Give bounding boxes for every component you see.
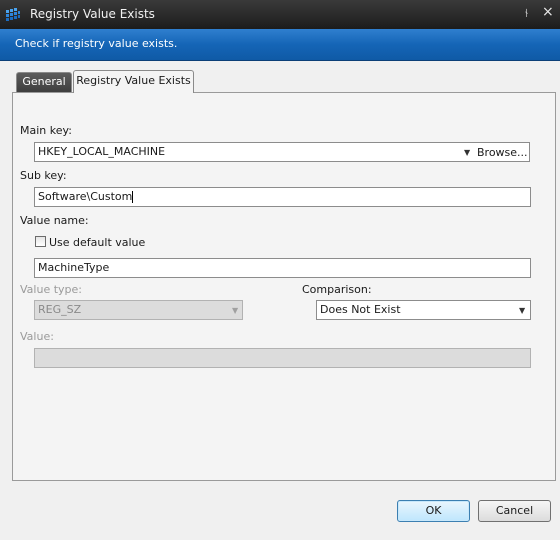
chevron-down-icon: ▼ <box>232 306 239 315</box>
tab-general[interactable]: General <box>16 72 72 92</box>
main-key-value: HKEY_LOCAL_MACHINE <box>38 145 166 158</box>
sub-key-label: Sub key: <box>20 169 67 182</box>
value-label: Value: <box>20 330 54 343</box>
main-key-label: Main key: <box>20 124 72 137</box>
main-key-dropdown[interactable]: HKEY_LOCAL_MACHINE <box>34 142 530 162</box>
window-title: Registry Value Exists <box>30 7 155 21</box>
grid-app-icon <box>6 8 20 21</box>
sub-key-input[interactable]: Software\Custom <box>34 187 531 207</box>
dialog-window: Registry Value Exists ⫮ × Check if regis… <box>0 0 560 540</box>
value-type-dropdown: REG_SZ <box>34 300 243 320</box>
tab-registry-value-exists[interactable]: Registry Value Exists <box>73 70 194 93</box>
chevron-down-icon[interactable]: ▼ <box>519 306 525 315</box>
cancel-button[interactable]: Cancel <box>478 500 551 522</box>
value-name-value: MachineType <box>38 261 110 274</box>
chevron-down-icon[interactable]: ▼ <box>464 148 470 157</box>
banner-text: Check if registry value exists. <box>15 37 178 50</box>
description-banner: Check if registry value exists. <box>0 29 560 61</box>
comparison-value: Does Not Exist <box>320 303 401 316</box>
value-input <box>34 348 531 368</box>
comparison-dropdown[interactable]: Does Not Exist <box>316 300 531 320</box>
close-icon[interactable]: × <box>542 4 554 20</box>
comparison-label: Comparison: <box>302 283 372 296</box>
value-name-input[interactable]: MachineType <box>34 258 531 278</box>
text-caret <box>132 191 134 203</box>
use-default-checkbox[interactable] <box>35 236 46 247</box>
ok-button[interactable]: OK <box>397 500 470 522</box>
value-name-label: Value name: <box>20 214 89 227</box>
use-default-label[interactable]: Use default value <box>49 236 145 249</box>
pin-icon[interactable]: ⫮ <box>525 6 535 20</box>
browse-button[interactable]: Browse... <box>477 146 528 159</box>
title-bar[interactable]: Registry Value Exists ⫮ × <box>0 0 560 29</box>
value-type-value: REG_SZ <box>38 303 82 316</box>
sub-key-value: Software\Custom <box>38 190 133 203</box>
value-type-label: Value type: <box>20 283 82 296</box>
